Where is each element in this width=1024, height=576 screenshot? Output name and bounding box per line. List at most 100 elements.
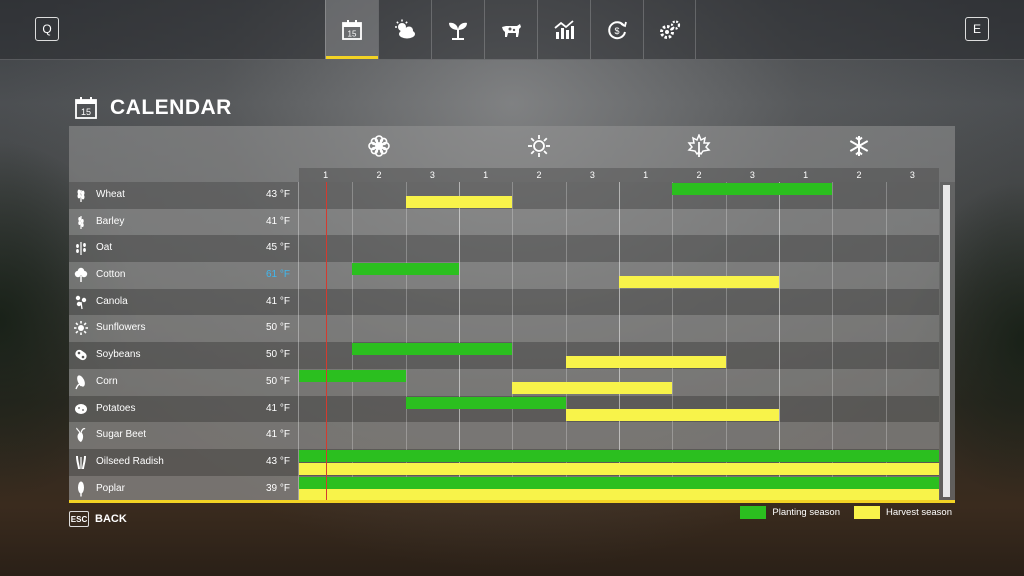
back-label: BACK [95, 513, 127, 525]
season-grid [299, 182, 939, 502]
tab-weather[interactable] [378, 0, 431, 59]
page-title: CALENDAR [110, 96, 232, 119]
canola-icon [75, 295, 87, 309]
planting-season-bar [352, 263, 459, 276]
crop-name: Canola [96, 295, 128, 307]
period-label: 3 [749, 170, 755, 180]
planting-season-bar [352, 343, 513, 356]
panel-accent-line [69, 500, 955, 503]
calendar-icon: 15 [342, 19, 362, 40]
period-label: 1 [483, 170, 489, 180]
corn-icon [75, 375, 85, 390]
top-navigation-bar: Q 15 $ E [0, 0, 1024, 60]
legend-planting: Planting season [740, 506, 840, 519]
crop-temperature: 43 °F [265, 189, 290, 200]
next-page-key[interactable]: E [965, 17, 989, 41]
period-label: 2 [856, 170, 862, 180]
crop-name: Sugar Beet [96, 429, 147, 441]
crop-name: Soybeans [96, 349, 141, 361]
crop-name: Corn [96, 375, 118, 387]
period-label: 1 [803, 170, 809, 180]
autumn-leaf-icon [687, 134, 711, 157]
legend-harvest-label: Harvest season [885, 507, 952, 518]
harvest-season-bar [512, 382, 673, 395]
harvest-season-bar [299, 462, 939, 475]
tab-settings[interactable] [643, 0, 696, 59]
crop-name: Wheat [96, 189, 125, 200]
weather-icon [395, 19, 415, 38]
scrollbar-thumb[interactable] [943, 185, 950, 497]
svg-text:15: 15 [81, 107, 91, 117]
crop-temperature: 45 °F [265, 242, 290, 254]
animals-icon [502, 23, 521, 37]
tab-finances[interactable]: $ [590, 0, 643, 59]
period-label: 3 [909, 170, 915, 180]
potato-icon [75, 403, 87, 414]
wheat-icon [77, 189, 85, 202]
finances-icon: $ [608, 20, 627, 39]
crop-temperature: 41 °F [265, 215, 290, 227]
svg-text:$: $ [614, 26, 619, 36]
legend: Planting season Harvest season [730, 506, 952, 519]
sunflower-icon [74, 321, 88, 336]
crop-name: Sunflowers [96, 322, 146, 334]
crop-temperature: 39 °F [265, 482, 290, 494]
legend-harvest: Harvest season [853, 506, 952, 519]
period-label: 2 [696, 170, 702, 180]
harvest-season-bar [565, 355, 726, 368]
poplar-icon [78, 481, 84, 497]
tab-calendar[interactable]: 15 [325, 0, 378, 59]
crop-temperature: 41 °F [265, 402, 290, 414]
spring-flower-icon [368, 135, 390, 157]
period-label: 1 [323, 170, 329, 180]
period-label: 1 [643, 170, 649, 180]
planting-season-bar [299, 476, 939, 489]
crops-icon [449, 22, 467, 40]
period-label: 3 [429, 170, 435, 180]
scrollbar[interactable] [940, 182, 955, 500]
crop-temperature: 50 °F [265, 375, 290, 387]
oilseed-radish-icon [76, 455, 86, 469]
period-label: 2 [536, 170, 542, 180]
tab-statistics[interactable] [537, 0, 590, 59]
cotton-icon [74, 267, 88, 283]
planting-swatch [740, 506, 767, 519]
tab-animals[interactable] [484, 0, 537, 59]
planting-season-bar [405, 396, 566, 409]
crop-name: Barley [96, 215, 125, 227]
season-header [299, 126, 939, 168]
tab-crops[interactable] [431, 0, 484, 59]
previous-page-key[interactable]: Q [35, 17, 59, 41]
menu-tabs: 15 $ [325, 0, 696, 59]
soybean-icon [75, 349, 87, 361]
crop-name: Potatoes [96, 402, 136, 414]
period-label: 2 [376, 170, 382, 180]
crop-temperature: 50 °F [265, 349, 290, 361]
harvest-swatch [853, 506, 880, 519]
crop-name: Poplar [96, 482, 125, 494]
period-header: 1 2 3 1 2 3 1 2 3 1 2 3 [299, 168, 939, 182]
esc-key-icon: ESC [69, 511, 89, 527]
period-label: 3 [589, 170, 595, 180]
harvest-season-bar [619, 275, 779, 288]
crop-temperature: 61 °F [265, 269, 290, 281]
harvest-season-bar [565, 409, 779, 422]
barley-icon [78, 215, 84, 229]
planting-season-bar [299, 450, 939, 462]
summer-sun-icon [528, 135, 550, 157]
crop-name: Cotton [96, 269, 126, 281]
planting-season-bar [672, 183, 833, 195]
crop-name: Oilseed Radish [96, 455, 164, 467]
crop-temperature: 41 °F [265, 295, 290, 307]
crop-temperature: 50 °F [265, 322, 290, 334]
crop-temperature: 41 °F [265, 429, 290, 441]
settings-icon [659, 19, 680, 39]
crop-temperature: 43 °F [265, 455, 290, 467]
back-button[interactable]: ESC BACK [69, 511, 127, 527]
crop-name: Oat [96, 242, 113, 254]
calendar-icon: 15 [75, 97, 97, 119]
sugar-beet-icon [76, 427, 86, 443]
winter-snowflake-icon [849, 136, 869, 156]
statistics-icon [554, 19, 574, 39]
oat-icon [76, 242, 86, 256]
